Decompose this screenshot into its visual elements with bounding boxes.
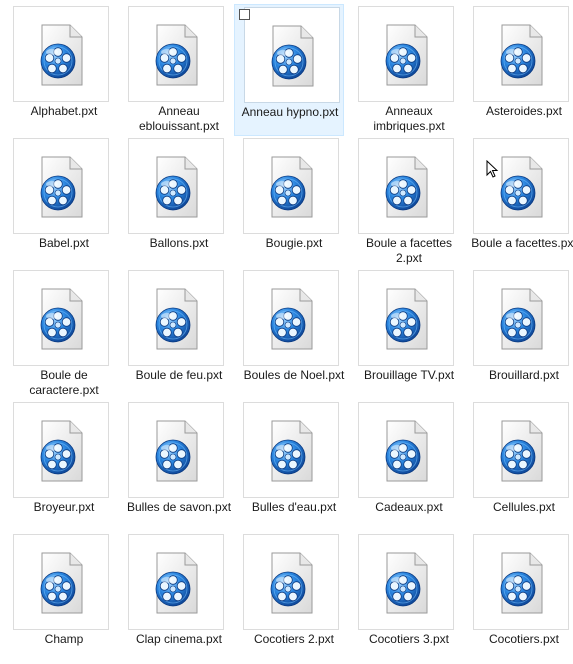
file-thumbnail[interactable]: [244, 7, 340, 103]
video-file-icon: [40, 156, 83, 218]
file-name: Boule a facettes 2.pxt: [365, 236, 453, 265]
file-thumbnail[interactable]: [358, 402, 454, 498]
file-name: Anneau eblouissant.pxt: [138, 104, 220, 133]
mouse-cursor-icon: [486, 160, 499, 178]
file-item[interactable]: Brouillard.pxt: [469, 268, 573, 400]
file-item[interactable]: Anneau hypno.pxt: [234, 4, 344, 136]
video-file-icon: [500, 288, 543, 350]
file-item[interactable]: Boule a facettes 2.pxt: [354, 136, 464, 268]
video-file-icon: [40, 24, 83, 86]
file-thumbnail[interactable]: [128, 6, 224, 102]
video-file-icon: [385, 24, 428, 86]
video-file-icon: [270, 156, 313, 218]
file-thumbnail[interactable]: [473, 534, 569, 630]
video-file-icon: [155, 420, 198, 482]
file-name: Anneau hypno.pxt: [241, 105, 339, 119]
file-item[interactable]: Anneau eblouissant.pxt: [124, 4, 234, 136]
file-name: Cadeaux.pxt: [375, 500, 443, 514]
file-thumbnail[interactable]: [13, 270, 109, 366]
video-file-icon: [385, 552, 428, 614]
video-file-icon: [385, 156, 428, 218]
video-file-icon: [500, 552, 543, 614]
video-file-icon: [385, 420, 428, 482]
file-thumbnail[interactable]: [243, 138, 339, 234]
file-item[interactable]: Brouillage TV.pxt: [354, 268, 464, 400]
file-name: Ballons.pxt: [149, 236, 209, 250]
file-item[interactable]: Alphabet.pxt: [9, 4, 119, 136]
file-grid: Alphabet.pxt Anneau eblouissant.pxt Anne…: [0, 0, 573, 646]
file-name: Broyeur.pxt: [33, 500, 95, 514]
file-thumbnail[interactable]: [128, 534, 224, 630]
file-name: Bulles d'eau.pxt: [251, 500, 337, 514]
file-name: Bougie.pxt: [265, 236, 323, 250]
video-file-icon: [385, 288, 428, 350]
video-file-icon: [155, 24, 198, 86]
file-thumbnail[interactable]: [473, 402, 569, 498]
file-item[interactable]: Cellules.pxt: [469, 400, 573, 532]
file-item[interactable]: Champ: [9, 532, 119, 664]
file-thumbnail[interactable]: [128, 402, 224, 498]
file-thumbnail[interactable]: [243, 270, 339, 366]
file-name: Brouillage TV.pxt: [363, 368, 455, 382]
file-name: Babel.pxt: [38, 236, 90, 250]
file-item[interactable]: Bulles de savon.pxt: [124, 400, 234, 532]
video-file-icon: [155, 552, 198, 614]
video-file-icon: [270, 288, 313, 350]
file-thumbnail[interactable]: [358, 6, 454, 102]
file-name: Boule de feu.pxt: [135, 368, 223, 382]
file-thumbnail[interactable]: [358, 270, 454, 366]
file-thumbnail[interactable]: [13, 402, 109, 498]
file-item[interactable]: Broyeur.pxt: [9, 400, 119, 532]
file-item[interactable]: Cocotiers 3.pxt: [354, 532, 464, 664]
file-thumbnail[interactable]: [128, 270, 224, 366]
file-item[interactable]: Asteroides.pxt: [469, 4, 573, 136]
video-file-icon: [500, 420, 543, 482]
file-thumbnail[interactable]: [358, 138, 454, 234]
file-thumbnail[interactable]: [358, 534, 454, 630]
file-item[interactable]: Anneaux imbriques.pxt: [354, 4, 464, 136]
file-thumbnail[interactable]: [13, 6, 109, 102]
file-item[interactable]: Boules de Noel.pxt: [239, 268, 349, 400]
video-file-icon: [500, 24, 543, 86]
video-file-icon: [40, 552, 83, 614]
file-item[interactable]: Boule a facettes.pxt: [469, 136, 573, 268]
file-name: Boule a facettes.pxt: [471, 236, 573, 250]
file-name: Brouillard.pxt: [488, 368, 560, 382]
file-item[interactable]: Cadeaux.pxt: [354, 400, 464, 532]
file-thumbnail[interactable]: [473, 6, 569, 102]
file-thumbnail[interactable]: [128, 138, 224, 234]
select-checkbox[interactable]: [239, 9, 250, 20]
file-name: Anneaux imbriques.pxt: [373, 104, 445, 133]
file-item[interactable]: Boule de caractere.pxt: [9, 268, 119, 400]
video-file-icon: [40, 420, 83, 482]
file-thumbnail[interactable]: [473, 138, 569, 234]
file-item[interactable]: Bulles d'eau.pxt: [239, 400, 349, 532]
file-name: Bulles de savon.pxt: [126, 500, 232, 514]
file-item[interactable]: Ballons.pxt: [124, 136, 234, 268]
file-thumbnail[interactable]: [243, 534, 339, 630]
file-item[interactable]: Cocotiers 2.pxt: [239, 532, 349, 664]
file-item[interactable]: Cocotiers.pxt: [469, 532, 573, 664]
file-thumbnail[interactable]: [13, 138, 109, 234]
file-name: Boules de Noel.pxt: [243, 368, 345, 382]
video-file-icon: [270, 552, 313, 614]
file-name: Cellules.pxt: [492, 500, 556, 514]
file-item[interactable]: Boule de feu.pxt: [124, 268, 234, 400]
file-name: Asteroides.pxt: [485, 104, 563, 118]
video-file-icon: [155, 156, 198, 218]
video-file-icon: [271, 25, 314, 87]
video-file-icon: [40, 288, 83, 350]
file-name: Boule de caractere.pxt: [29, 368, 99, 397]
video-file-icon: [500, 156, 543, 218]
video-file-icon: [270, 420, 313, 482]
file-thumbnail[interactable]: [243, 402, 339, 498]
file-item[interactable]: Clap cinema.pxt: [124, 532, 234, 664]
video-file-icon: [155, 288, 198, 350]
file-thumbnail[interactable]: [13, 534, 109, 630]
file-item[interactable]: Babel.pxt: [9, 136, 119, 268]
file-name: Alphabet.pxt: [30, 104, 98, 118]
file-item[interactable]: Bougie.pxt: [239, 136, 349, 268]
file-thumbnail[interactable]: [473, 270, 569, 366]
